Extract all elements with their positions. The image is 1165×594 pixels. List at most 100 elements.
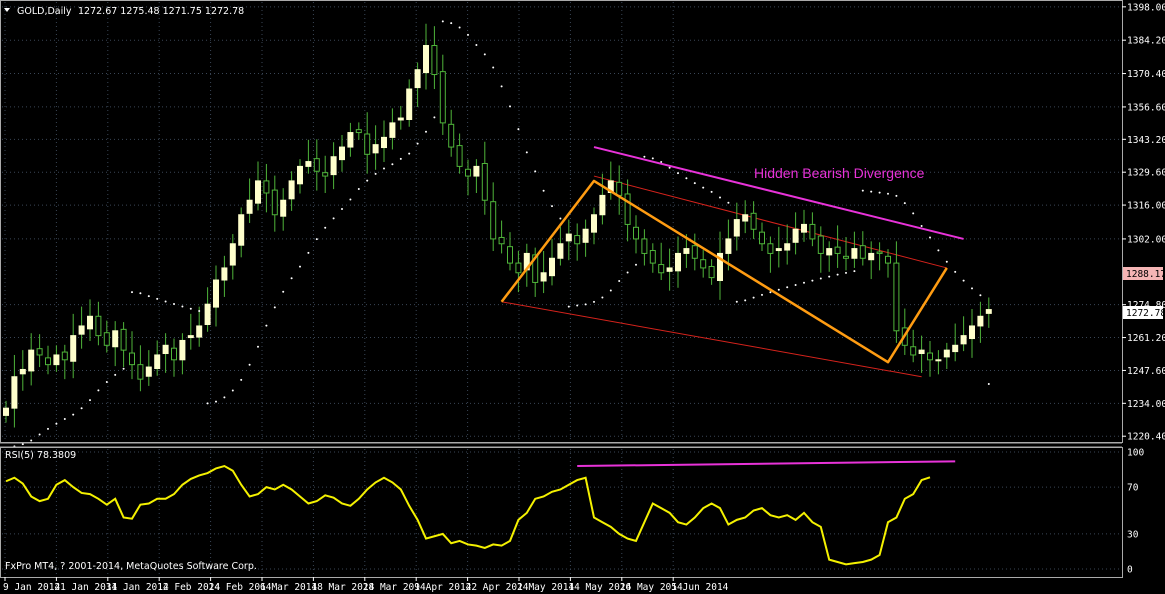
time-label: 6 Mar 2014 [260,582,317,593]
psar-dot [803,281,805,284]
candle [187,335,194,339]
candle [481,162,488,201]
candle [448,123,455,148]
psar-dot [954,270,957,273]
psar-dot [651,157,654,160]
psar-dot [752,296,755,299]
candle [70,335,77,362]
candle [431,45,438,76]
psar-dot [786,286,789,289]
psar-dot [576,304,579,307]
psar-dot [307,251,310,254]
candle [826,248,833,256]
candle [288,180,295,200]
psar-dot [257,345,259,348]
psar-dot [668,166,671,169]
candle [633,226,639,240]
candle [759,231,765,245]
candle [19,368,26,375]
candle [103,332,110,346]
psar-dot [399,157,402,160]
candle [95,315,102,337]
candle [666,267,673,272]
candle [246,199,253,214]
candle [885,255,891,264]
candle [767,243,774,254]
rsi-tick-label: 100 [1127,448,1144,459]
psar-dot [223,396,226,399]
psar-dot [349,198,352,201]
candle [809,223,816,240]
psar-dot [971,287,973,290]
psar-dot [777,288,780,291]
psar-dot [500,85,503,88]
candle [943,349,950,358]
psar-dot [744,299,747,302]
psar-dot [811,279,814,282]
psar-dot [559,217,562,220]
psar-dot [643,155,646,158]
candle [364,133,371,155]
candle [28,349,35,372]
candle [145,366,152,377]
rsi-label: RSI(5) 78.3809 [5,450,76,461]
candle [859,245,866,259]
candle [868,252,875,261]
ohlc-readout: 1272.67 1275.48 1271.75 1272.78 [78,6,244,17]
candle [381,136,387,149]
candle [355,129,362,134]
psar-dot [63,418,66,421]
psar-dot [492,66,495,69]
psar-dot [450,22,453,25]
candle [876,251,883,254]
psar-dot [131,291,133,294]
price-tick-label: 1247.60 [1127,366,1165,377]
psar-dot [845,271,847,274]
price-tick-label: 1343.20 [1127,135,1165,146]
candle [557,243,564,259]
candle [154,354,161,370]
psar-dot [584,303,587,306]
psar-dot [794,283,797,286]
candle [952,344,959,353]
psar-dot [719,196,721,199]
candle [683,248,690,254]
psar-dot [273,306,276,309]
candle [162,344,169,355]
psar-dot [458,26,461,29]
candle [313,158,320,172]
psar-dot [903,202,906,205]
chart-area[interactable]: GOLD,Daily 1272.67 1275.48 1271.75 1272.… [0,0,1165,594]
psar-dot [105,381,108,384]
candle [120,328,127,351]
psar-dot [483,53,486,56]
psar-dot [164,300,167,303]
psar-dot [861,189,864,192]
candle [11,376,18,409]
psar-dot [231,389,234,392]
psar-dot [122,367,125,370]
price-tick-label: 1356.60 [1127,102,1165,113]
candle [61,351,68,361]
candle [775,248,782,252]
candle [969,325,975,340]
psar-dot [315,238,318,241]
psar-dot [962,279,965,282]
price-tick-label: 1261.20 [1127,333,1165,344]
candle [280,199,287,217]
psar-dot [702,186,705,189]
psar-dot [265,324,268,327]
candle [624,193,631,225]
psar-dot [391,163,394,166]
psar-dot [937,249,940,252]
price-tick-label: 1316.00 [1127,201,1165,212]
candle [271,189,278,216]
psar-dot [693,182,696,185]
psar-dot [341,207,343,210]
rsi-tick-label: 0 [1127,565,1133,576]
candle [540,272,547,282]
price-tick-label: 1384.20 [1127,36,1165,47]
psar-dot [383,167,385,170]
psar-dot [945,260,948,263]
candle [733,219,740,237]
